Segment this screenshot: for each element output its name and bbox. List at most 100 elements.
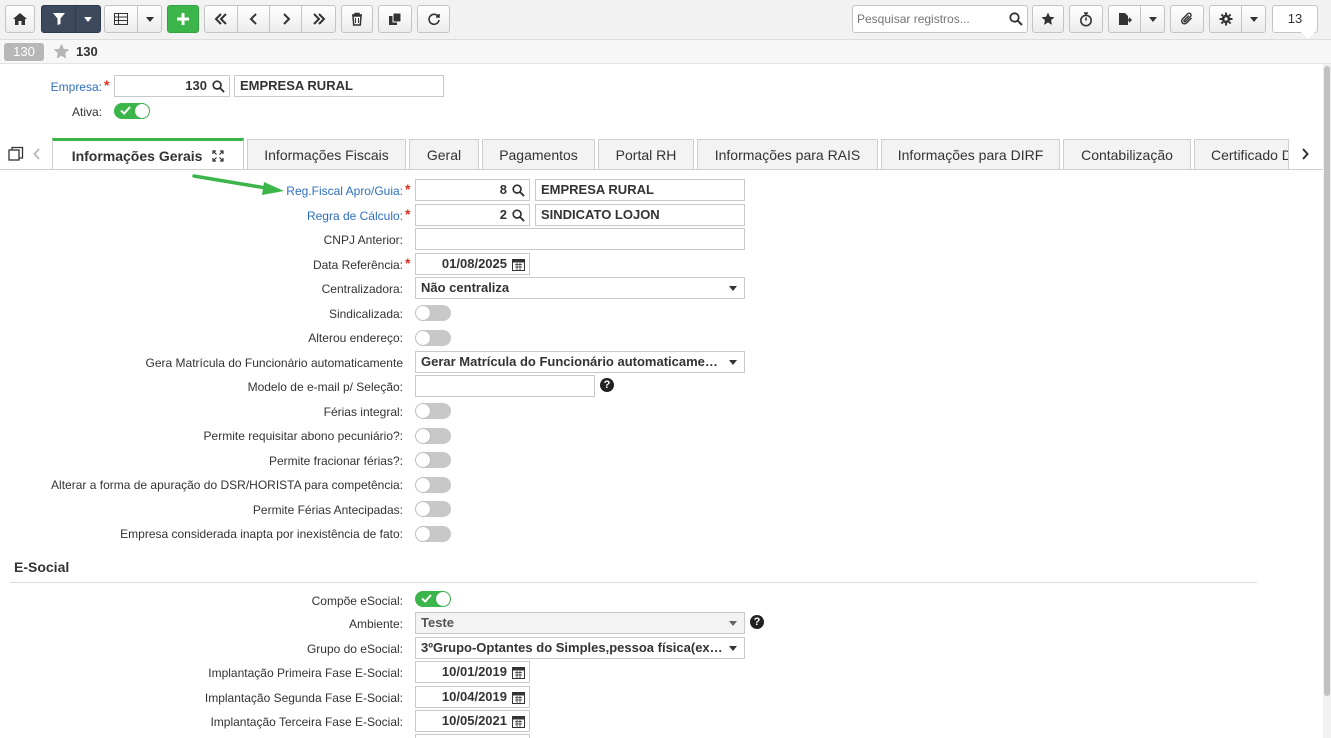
search-icon[interactable] bbox=[512, 184, 525, 197]
first-record-button[interactable] bbox=[204, 5, 238, 33]
home-button[interactable] bbox=[5, 5, 35, 33]
caret-down-icon bbox=[145, 16, 154, 22]
favorite-button[interactable] bbox=[1032, 5, 1064, 33]
dsr-toggle[interactable] bbox=[415, 477, 451, 493]
chevron-right-icon[interactable] bbox=[1301, 148, 1309, 160]
search-icon[interactable] bbox=[512, 209, 525, 222]
add-record-button[interactable] bbox=[167, 5, 199, 33]
previous-record-button[interactable] bbox=[237, 5, 270, 33]
tab-pagamentos[interactable]: Pagamentos bbox=[482, 139, 595, 169]
tab-informacoes-dirf[interactable]: Informações para DIRF bbox=[881, 139, 1060, 169]
ambiente-select[interactable]: Teste bbox=[415, 612, 745, 634]
fase1-date-field[interactable]: 10/01/2019 bbox=[415, 661, 530, 683]
toggle-knob bbox=[436, 592, 450, 606]
inapta-label: Empresa considerada inapta por inexistên… bbox=[120, 527, 403, 541]
grupo-esocial-select[interactable]: 3ºGrupo-Optantes do Simples,pessoa físic… bbox=[415, 637, 745, 659]
gera-matricula-select[interactable]: Gerar Matrícula do Funcionário automatic… bbox=[415, 351, 745, 373]
fase2-date-field[interactable]: 10/04/2019 bbox=[415, 686, 530, 708]
sindicalizada-toggle[interactable] bbox=[415, 305, 451, 321]
tabs-bar: Informações Gerais Informações Fiscais G… bbox=[0, 138, 1331, 170]
tab-portal-rh[interactable]: Portal RH bbox=[598, 139, 694, 169]
ativa-toggle[interactable] bbox=[114, 103, 150, 119]
filter-button[interactable] bbox=[41, 5, 76, 33]
help-icon[interactable]: ? bbox=[600, 378, 614, 392]
gera-matricula-label: Gera Matrícula do Funcionário automatica… bbox=[145, 356, 403, 370]
ferias-antecipadas-toggle[interactable] bbox=[415, 501, 451, 517]
toggle-knob bbox=[416, 527, 430, 541]
centralizadora-select[interactable]: Não centraliza bbox=[415, 277, 745, 299]
search-input[interactable] bbox=[853, 6, 1003, 32]
record-badge: 130 bbox=[4, 43, 44, 61]
search-icon[interactable] bbox=[1009, 12, 1023, 26]
fase1-value: 10/01/2019 bbox=[441, 664, 507, 679]
copy-button[interactable] bbox=[378, 5, 412, 33]
data-referencia-field[interactable]: 01/08/2025 bbox=[415, 253, 530, 275]
tab-label: Informações Gerais bbox=[71, 148, 203, 164]
attachment-button[interactable] bbox=[1170, 5, 1204, 33]
clone-icon[interactable] bbox=[8, 146, 24, 162]
filter-dropdown-button[interactable] bbox=[75, 5, 101, 33]
star-outline-icon[interactable] bbox=[53, 43, 70, 60]
empresa-label[interactable]: Empresa: bbox=[51, 80, 102, 94]
inapta-toggle[interactable] bbox=[415, 526, 451, 542]
alterou-endereco-toggle[interactable] bbox=[415, 330, 451, 346]
settings-dropdown-button[interactable] bbox=[1241, 5, 1266, 33]
required-marker: * bbox=[405, 206, 411, 222]
settings-button[interactable] bbox=[1209, 5, 1242, 33]
export-button[interactable] bbox=[1108, 5, 1141, 33]
compoe-esocial-toggle[interactable] bbox=[415, 591, 451, 607]
toggle-knob bbox=[416, 478, 430, 492]
toggle-knob bbox=[416, 306, 430, 320]
reg-fiscal-code-field[interactable]: 8 bbox=[415, 179, 530, 201]
refresh-button[interactable] bbox=[417, 5, 450, 33]
last-record-button[interactable] bbox=[301, 5, 336, 33]
cnpj-anterior-input[interactable] bbox=[415, 228, 745, 250]
grid-view-dropdown-button[interactable] bbox=[137, 5, 162, 33]
reg-fiscal-code-value: 8 bbox=[499, 182, 507, 197]
reg-fiscal-label[interactable]: Reg.Fiscal Apro/Guia: bbox=[286, 184, 403, 198]
ferias-integral-toggle[interactable] bbox=[415, 403, 451, 419]
regra-calculo-label[interactable]: Regra de Cálculo: bbox=[307, 209, 403, 223]
expand-icon[interactable] bbox=[212, 150, 224, 162]
tab-informacoes-rais[interactable]: Informações para RAIS bbox=[697, 139, 878, 169]
timer-button[interactable] bbox=[1069, 5, 1103, 33]
caret-down-icon bbox=[729, 646, 737, 651]
record-bar: 130 130 bbox=[0, 40, 1331, 64]
toolbar: 13 bbox=[0, 0, 1331, 40]
search-icon[interactable] bbox=[212, 80, 225, 93]
fracionar-toggle[interactable] bbox=[415, 452, 451, 468]
ambiente-label: Ambiente: bbox=[348, 617, 403, 631]
ferias-antecipadas-label: Permite Férias Antecipadas: bbox=[252, 503, 403, 517]
help-icon[interactable]: ? bbox=[750, 615, 764, 629]
grupo-esocial-value: 3ºGrupo-Optantes do Simples,pessoa físic… bbox=[421, 640, 737, 655]
home-icon bbox=[13, 13, 27, 25]
calendar-icon[interactable] bbox=[512, 691, 525, 704]
empresa-code-field[interactable]: 130 bbox=[114, 75, 230, 97]
toggle-knob bbox=[416, 453, 430, 467]
tab-informacoes-gerais[interactable]: Informações Gerais bbox=[52, 138, 244, 170]
chevron-left-icon[interactable] bbox=[33, 148, 41, 160]
refresh-icon bbox=[427, 13, 440, 26]
next-date-field-partial[interactable] bbox=[415, 734, 530, 738]
tab-geral[interactable]: Geral bbox=[409, 139, 479, 169]
modelo-email-input[interactable] bbox=[415, 375, 595, 397]
export-dropdown-button[interactable] bbox=[1140, 5, 1165, 33]
empresa-name-field: EMPRESA RURAL bbox=[234, 75, 444, 97]
plus-icon bbox=[177, 13, 189, 25]
regra-calculo-code-field[interactable]: 2 bbox=[415, 204, 530, 226]
grid-view-button[interactable] bbox=[104, 5, 138, 33]
delete-button[interactable] bbox=[341, 5, 373, 33]
calendar-icon[interactable] bbox=[512, 258, 525, 271]
reg-fiscal-name-field: EMPRESA RURAL bbox=[535, 179, 745, 201]
calendar-icon[interactable] bbox=[512, 666, 525, 679]
calendar-icon[interactable] bbox=[512, 715, 525, 728]
tab-certificado[interactable]: Certificado D bbox=[1194, 139, 1289, 169]
tab-contabilizacao[interactable]: Contabilização bbox=[1063, 139, 1191, 169]
tab-informacoes-fiscais[interactable]: Informações Fiscais bbox=[247, 139, 406, 169]
abono-toggle[interactable] bbox=[415, 428, 451, 444]
table-icon bbox=[114, 13, 128, 25]
next-record-button[interactable] bbox=[269, 5, 302, 33]
fase3-date-field[interactable]: 10/05/2021 bbox=[415, 710, 530, 732]
scrollbar-thumb[interactable] bbox=[1324, 66, 1330, 696]
caret-down-icon bbox=[1249, 16, 1258, 22]
